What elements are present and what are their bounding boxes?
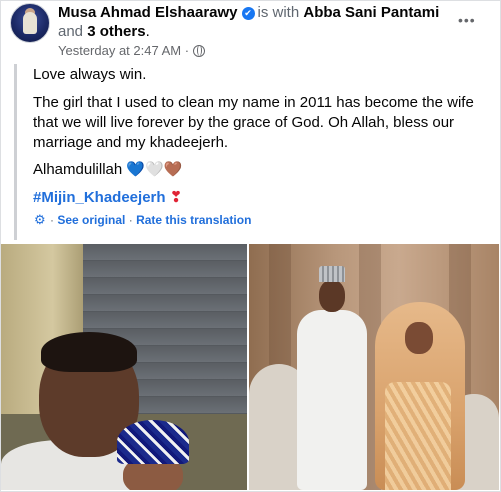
photo-groom-cap (319, 266, 345, 282)
brown-heart-icon: 🤎 (163, 161, 183, 178)
post-meta: Yesterday at 2:47 AM · (58, 43, 206, 59)
white-heart-icon: 🤍 (145, 161, 164, 178)
header-period: . (145, 23, 150, 40)
author-name[interactable]: Musa Ahmad Elshaarawy (58, 4, 238, 21)
post-header-line2: and 3 others. (58, 23, 150, 41)
post-hashtag-line: #Mijin_Khadeejerh ❣ (33, 188, 182, 208)
tagged-others-link[interactable]: 3 others (87, 23, 145, 40)
photo-cap-child (117, 420, 189, 464)
post-text-paragraph: The girl that I used to clean my name in… (33, 94, 474, 151)
verified-badge-icon: ✔ (241, 7, 255, 20)
photo-selfie[interactable] (1, 244, 247, 490)
translation-dot-1: · (50, 213, 54, 227)
gear-icon[interactable]: ⚙ (34, 213, 47, 227)
photo-bride-gown (385, 382, 451, 490)
post-header: Musa Ahmad Elshaarawy ✔ is with Abba Sani … (58, 4, 439, 22)
photo-couple[interactable] (249, 244, 499, 490)
quote-bar (14, 64, 17, 240)
rate-translation-link[interactable]: Rate this translation (136, 213, 251, 227)
blue-heart-icon: 💙 (126, 161, 146, 178)
more-options-icon[interactable]: ••• (458, 12, 476, 28)
post-text-line1: Love always win. (33, 66, 147, 83)
avatar-figure (23, 12, 37, 34)
photo-hair-boy (41, 332, 137, 372)
post-text-alhamdulillah: Alhamdulillah 💙🤍🤎 (33, 160, 182, 180)
heart-exclamation-icon: ❣ (169, 189, 183, 206)
author-avatar[interactable] (10, 3, 50, 43)
translation-bar: ⚙ · See original · Rate this translation (34, 213, 251, 228)
with-text: is with (257, 4, 300, 21)
alhamdulillah-text: Alhamdulillah (33, 161, 123, 178)
and-text: and (58, 23, 84, 40)
see-original-link[interactable]: See original (57, 213, 125, 227)
photo-groom-robe (297, 310, 367, 490)
translation-dot-2: · (128, 213, 133, 227)
hashtag-link[interactable]: #Mijin_Khadeejerh (33, 189, 166, 206)
tagged-person[interactable]: Abba Sani Pantami (303, 4, 439, 21)
photo-groom-head (319, 280, 345, 312)
post-timestamp[interactable]: Yesterday at 2:47 AM (58, 43, 181, 58)
meta-separator: · (184, 43, 190, 58)
photo-bride-face (405, 322, 433, 354)
globe-icon (193, 45, 206, 57)
